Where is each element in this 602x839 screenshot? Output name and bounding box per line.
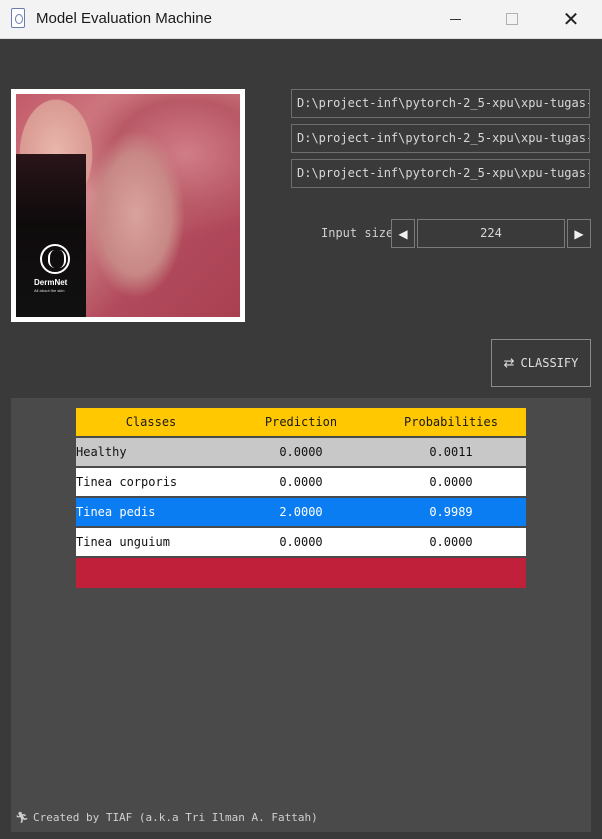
minimize-button[interactable]: [432, 0, 478, 38]
caret-right-icon: ▶: [574, 226, 584, 241]
prediction-value: 0.0000: [279, 535, 323, 549]
image-preview: DermNet All about the skin: [11, 89, 245, 322]
table-row[interactable]: Healthy 0.0000 0.0011: [76, 438, 526, 468]
image-path-field[interactable]: D:\project-inf\pytorch-2_5-xpu\xpu-tugas…: [291, 89, 590, 118]
window-title: Model Evaluation Machine: [36, 10, 212, 27]
title-bar: Model Evaluation Machine ✕: [0, 0, 602, 39]
input-size-increment-button[interactable]: ▶: [567, 219, 591, 248]
caret-left-icon: ◀: [398, 226, 408, 241]
classify-button[interactable]: ⇄ CLASSIFY: [491, 339, 591, 387]
prediction-value: 2.0000: [279, 505, 323, 519]
prediction-value: 0.0000: [279, 445, 323, 459]
runner-icon: 🏃︎: [15, 811, 29, 824]
repeat-icon: ⇄: [503, 355, 515, 371]
probability-value: 0.0000: [429, 535, 473, 549]
skin-lesion-image: DermNet All about the skin: [16, 94, 240, 317]
table-row[interactable]: Tinea corporis 0.0000 0.0000: [76, 468, 526, 498]
class-name: Tinea pedis: [76, 505, 156, 519]
table-row[interactable]: Tinea unguium 0.0000 0.0000: [76, 528, 526, 558]
maximize-icon: [506, 13, 518, 25]
header-classes: Classes: [125, 415, 177, 429]
probability-value: 0.0000: [429, 475, 473, 489]
results-panel: Classes Prediction Probabilities Healthy…: [11, 398, 591, 832]
header-probabilities: Probabilities: [404, 415, 498, 429]
app-icon: [11, 8, 25, 28]
class-name: Healthy: [76, 445, 127, 459]
prediction-value: 0.0000: [279, 475, 323, 489]
result-bar: [76, 558, 526, 590]
close-icon: ✕: [562, 7, 580, 31]
labels-path-field[interactable]: D:\project-inf\pytorch-2_5-xpu\xpu-tugas…: [291, 159, 590, 188]
results-table: Classes Prediction Probabilities Healthy…: [76, 408, 526, 590]
minimize-icon: [449, 18, 461, 20]
class-name: Tinea unguium: [76, 535, 170, 549]
header-prediction: Prediction: [264, 415, 338, 429]
input-size-label: Input size:: [321, 226, 401, 240]
probability-value: 0.0011: [429, 445, 473, 459]
close-button[interactable]: ✕: [548, 0, 594, 38]
classify-button-label: CLASSIFY: [520, 356, 579, 370]
credit-text: Created by TIAF (a.k.a Tri Ilman A. Fatt…: [32, 811, 318, 824]
dermnet-watermark-sub: All about the skin: [34, 288, 65, 293]
model-path-field[interactable]: D:\project-inf\pytorch-2_5-xpu\xpu-tugas…: [291, 124, 590, 153]
maximize-button[interactable]: [489, 0, 535, 38]
dermnet-watermark: DermNet: [34, 278, 68, 287]
dermnet-logo-icon: [40, 244, 70, 274]
input-size-value[interactable]: 224: [417, 219, 565, 248]
probability-value: 0.9989: [429, 505, 473, 519]
table-header: Classes Prediction Probabilities: [76, 408, 526, 438]
class-name: Tinea corporis: [76, 475, 178, 489]
table-row-selected[interactable]: Tinea pedis 2.0000 0.9989: [76, 498, 526, 528]
input-size-decrement-button[interactable]: ◀: [391, 219, 415, 248]
footer-credit: 🏃︎ Created by TIAF (a.k.a Tri Ilman A. F…: [15, 811, 318, 824]
